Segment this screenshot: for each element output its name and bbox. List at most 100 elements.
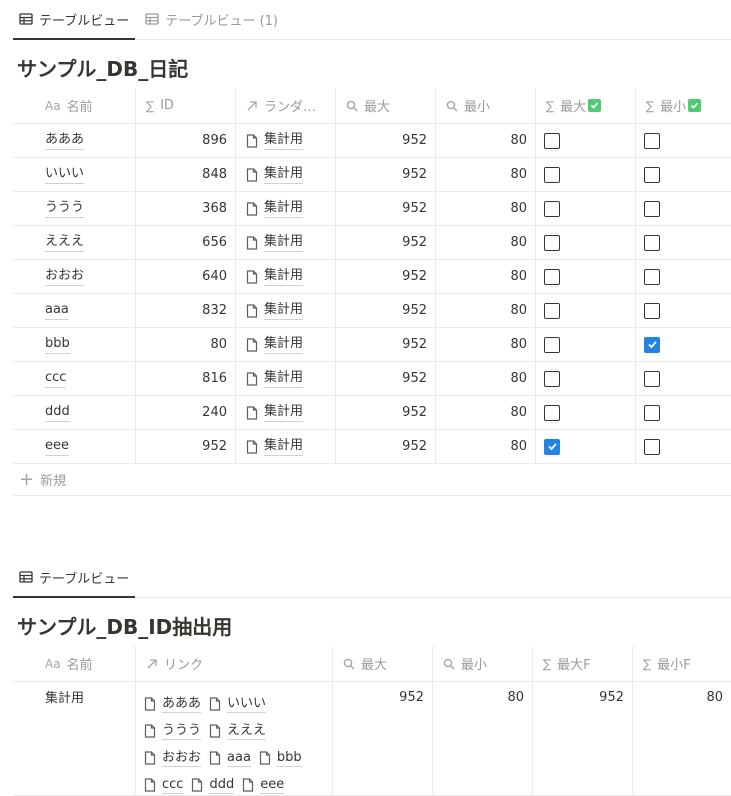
cell-min[interactable]: 80 (436, 124, 536, 157)
checkbox-unchecked[interactable] (544, 336, 560, 353)
table-row[interactable]: 集計用 あああ いいい ううう えええ おおお aaa bbb ccc ddd eee 952 8… (13, 682, 731, 796)
cell-max-f[interactable]: 952 (533, 682, 633, 795)
checkbox-unchecked[interactable] (544, 132, 560, 149)
column-header-min[interactable]: 最小 (436, 88, 536, 123)
cell-max-check[interactable] (536, 294, 636, 327)
row-title[interactable]: いいい (45, 165, 85, 184)
checkbox-unchecked[interactable] (644, 438, 660, 455)
column-header-link[interactable]: リンク (136, 646, 333, 681)
cell-min[interactable]: 80 (436, 396, 536, 429)
row-title[interactable]: ccc (45, 369, 67, 388)
relation-link[interactable]: 集計用 (264, 301, 304, 320)
column-header-min-check[interactable]: ∑ 最小 (636, 88, 731, 123)
cell-min[interactable]: 80 (436, 260, 536, 293)
table-row[interactable]: ddd 240 集計用 952 80 (13, 396, 731, 430)
cell-max[interactable]: 952 (336, 362, 436, 395)
row-title[interactable]: 集計用 (45, 690, 84, 708)
cell-max[interactable]: 952 (336, 430, 436, 463)
checkbox-unchecked[interactable] (544, 302, 560, 319)
cell-links[interactable]: あああ いいい ううう えええ おおお aaa bbb ccc ddd eee (136, 682, 333, 795)
checkbox-unchecked[interactable] (544, 268, 560, 285)
relation-link[interactable]: ccc (144, 771, 184, 795)
cell-id[interactable]: 240 (136, 396, 236, 429)
cell-relation[interactable]: 集計用 (236, 328, 336, 361)
checkbox-unchecked[interactable] (644, 132, 660, 149)
table-row[interactable]: bbb 80 集計用 952 80 (13, 328, 731, 362)
cell-id[interactable]: 80 (136, 328, 236, 361)
cell-min-check[interactable] (636, 192, 731, 225)
tab-table-view[interactable]: テーブルビュー (13, 557, 136, 598)
checkbox-unchecked[interactable] (644, 302, 660, 319)
cell-max-check[interactable] (536, 430, 636, 463)
cell-name[interactable]: 集計用 (13, 682, 136, 795)
cell-max-check[interactable] (536, 362, 636, 395)
cell-max[interactable]: 952 (336, 158, 436, 191)
cell-min-check[interactable] (636, 124, 731, 157)
relation-link[interactable]: aaa (209, 744, 251, 771)
cell-min[interactable]: 80 (436, 328, 536, 361)
checkbox-unchecked[interactable] (544, 200, 560, 217)
cell-relation[interactable]: 集計用 (236, 192, 336, 225)
cell-min-check[interactable] (636, 430, 731, 463)
checkbox-unchecked[interactable] (544, 166, 560, 183)
cell-max[interactable]: 952 (336, 192, 436, 225)
cell-id[interactable]: 640 (136, 260, 236, 293)
cell-max[interactable]: 952 (336, 226, 436, 259)
relation-link[interactable]: 集計用 (264, 437, 304, 456)
cell-relation[interactable]: 集計用 (236, 430, 336, 463)
column-header-id[interactable]: ∑ ID (136, 88, 236, 123)
row-title[interactable]: えええ (45, 233, 85, 252)
table-row[interactable]: aaa 832 集計用 952 80 (13, 294, 731, 328)
checkbox-unchecked[interactable] (644, 268, 660, 285)
database-title[interactable]: サンプル_DB_日記 (13, 50, 731, 88)
checkbox-unchecked[interactable] (544, 404, 560, 421)
table-row[interactable]: いいい 848 集計用 952 80 (13, 158, 731, 192)
relation-link[interactable]: 集計用 (264, 335, 304, 354)
column-header-max-check[interactable]: ∑ 最大 (536, 88, 636, 123)
row-title[interactable]: ううう (45, 199, 85, 218)
relation-link[interactable]: bbb (259, 744, 302, 771)
cell-name[interactable]: ddd (13, 396, 136, 429)
cell-min[interactable]: 80 (436, 226, 536, 259)
cell-min-check[interactable] (636, 328, 731, 361)
cell-min[interactable]: 80 (433, 682, 533, 795)
table-row[interactable]: ううう 368 集計用 952 80 (13, 192, 731, 226)
relation-link[interactable]: おおお (144, 744, 202, 771)
column-header-min-f[interactable]: ∑ 最小F (633, 646, 731, 681)
cell-id[interactable]: 848 (136, 158, 236, 191)
cell-name[interactable]: eee (13, 430, 136, 463)
table-row[interactable]: ccc 816 集計用 952 80 (13, 362, 731, 396)
cell-relation[interactable]: 集計用 (236, 362, 336, 395)
cell-name[interactable]: aaa (13, 294, 136, 327)
relation-link[interactable]: 集計用 (264, 369, 304, 388)
checkbox-checked[interactable] (644, 336, 660, 353)
column-header-name[interactable]: Aa 名前 (13, 646, 136, 681)
cell-max-check[interactable] (536, 158, 636, 191)
cell-min-check[interactable] (636, 226, 731, 259)
cell-name[interactable]: ccc (13, 362, 136, 395)
cell-id[interactable]: 816 (136, 362, 236, 395)
cell-max[interactable]: 952 (336, 328, 436, 361)
cell-min-f[interactable]: 80 (633, 682, 731, 795)
cell-max-check[interactable] (536, 226, 636, 259)
relation-link[interactable]: 集計用 (264, 131, 304, 150)
cell-id[interactable]: 952 (136, 430, 236, 463)
checkbox-unchecked[interactable] (644, 234, 660, 251)
cell-min-check[interactable] (636, 396, 731, 429)
cell-relation[interactable]: 集計用 (236, 226, 336, 259)
table-row[interactable]: あああ 896 集計用 952 80 (13, 124, 731, 158)
checkbox-unchecked[interactable] (544, 234, 560, 251)
cell-max-check[interactable] (536, 192, 636, 225)
cell-max[interactable]: 952 (333, 682, 433, 795)
cell-min-check[interactable] (636, 362, 731, 395)
checkbox-unchecked[interactable] (644, 166, 660, 183)
new-row-button[interactable]: + 新規 (13, 464, 731, 496)
row-title[interactable]: bbb (45, 335, 70, 354)
cell-max[interactable]: 952 (336, 396, 436, 429)
cell-min[interactable]: 80 (436, 158, 536, 191)
cell-max-check[interactable] (536, 396, 636, 429)
checkbox-unchecked[interactable] (644, 404, 660, 421)
cell-name[interactable]: あああ (13, 124, 136, 157)
cell-max-check[interactable] (536, 260, 636, 293)
cell-max-check[interactable] (536, 124, 636, 157)
